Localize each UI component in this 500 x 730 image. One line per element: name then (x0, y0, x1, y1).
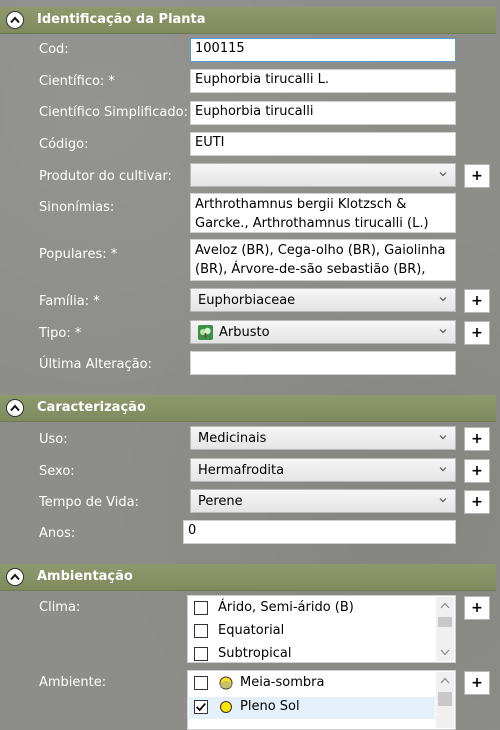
collapse-caracterizacao-button[interactable] (6, 399, 24, 417)
codigo-input[interactable]: EUTI (190, 132, 456, 156)
option-label: Árido, Semi-árido (B) (218, 600, 354, 615)
option-label: Subtropical (218, 646, 292, 661)
checkbox[interactable] (194, 624, 208, 638)
tempo-de-vida-value: Perene (198, 494, 243, 509)
shrub-icon (198, 325, 213, 340)
add-ambiente-button[interactable]: + (464, 671, 490, 695)
familia-value: Euphorbiaceae (198, 293, 296, 308)
ambiente-label: Ambiente: (39, 675, 107, 690)
cod-label: Cod: (39, 42, 69, 57)
clima-scrollbar[interactable] (436, 597, 454, 661)
scroll-up-icon[interactable] (440, 602, 450, 609)
chevron-down-icon (439, 498, 447, 503)
checkbox[interactable] (194, 700, 208, 714)
add-clima-button[interactable]: + (464, 596, 490, 620)
cod-input[interactable]: 100115 (190, 38, 456, 62)
clima-listbox[interactable]: Árido, Semi-árido (B) Equatorial Subtrop… (187, 595, 456, 663)
ambiente-option[interactable]: Meia-sombra (194, 673, 434, 695)
chevron-down-icon (439, 297, 447, 302)
populares-textarea[interactable]: Aveloz (BR), Cega-olho (BR), Gaiolinha (… (190, 239, 456, 281)
ambiente-option[interactable]: Pleno Sol (189, 697, 435, 719)
populares-label: Populares: * (39, 247, 118, 262)
chevron-up-icon (10, 16, 20, 24)
sexo-select[interactable]: Hermafrodita (190, 458, 456, 482)
checkbox[interactable] (194, 647, 208, 661)
option-label: Pleno Sol (240, 699, 300, 714)
add-sexo-button[interactable]: + (464, 459, 490, 483)
cientifico-input[interactable]: Euphorbia tirucalli L. (190, 69, 456, 93)
produtor-select[interactable] (190, 163, 456, 187)
chevron-down-icon (439, 172, 447, 177)
uso-value: Medicinais (198, 431, 267, 446)
sexo-value: Hermafrodita (198, 463, 285, 478)
tipo-select[interactable]: Arbusto (190, 320, 456, 344)
produtor-label: Produtor do cultivar: (39, 169, 172, 184)
scroll-up-icon[interactable] (440, 677, 450, 684)
ambiente-scrollbar[interactable] (436, 672, 454, 728)
ultima-alteracao-input[interactable] (190, 351, 456, 375)
add-familia-button[interactable]: + (464, 289, 490, 313)
section-title: Identificação da Planta (37, 12, 206, 27)
familia-select[interactable]: Euphorbiaceae (190, 288, 456, 312)
sinonimias-textarea[interactable]: Arthrothamnus bergii Klotzsch & Garcke.,… (190, 193, 456, 233)
codigo-label: Código: (39, 137, 89, 152)
add-tipo-button[interactable]: + (464, 321, 490, 345)
section-title: Caracterização (37, 400, 146, 415)
familia-label: Família: * (39, 294, 100, 309)
uso-label: Uso: (39, 432, 68, 447)
full-sun-icon (220, 701, 232, 713)
collapse-ambientacao-button[interactable] (6, 568, 24, 586)
collapse-identificacao-button[interactable] (6, 11, 24, 29)
scroll-down-icon[interactable] (440, 649, 450, 656)
option-label: Meia-sombra (240, 675, 325, 690)
chevron-down-icon (439, 329, 447, 334)
chevron-up-icon (10, 404, 20, 412)
section-header-caracterizacao: Caracterização (0, 395, 496, 422)
cientifico-label: Científico: * (39, 74, 115, 89)
chevron-up-icon (10, 573, 20, 581)
clima-label: Clima: (39, 600, 81, 615)
section-header-identificacao: Identificação da Planta (0, 7, 496, 34)
ambiente-listbox[interactable]: Meia-sombra Pleno Sol (187, 670, 456, 730)
anos-label: Anos: (39, 526, 76, 541)
section-title: Ambientação (37, 569, 133, 584)
cientifico-simplificado-input[interactable]: Euphorbia tirucalli (190, 101, 456, 125)
option-label: Equatorial (218, 623, 285, 638)
ultima-alteracao-label: Última Alteração: (39, 357, 152, 372)
scroll-thumb[interactable] (438, 692, 452, 706)
checkbox[interactable] (194, 601, 208, 615)
tipo-label: Tipo: * (39, 326, 82, 341)
section-header-ambientacao: Ambientação (0, 564, 496, 591)
scroll-thumb[interactable] (438, 617, 452, 627)
uso-select[interactable]: Medicinais (190, 426, 456, 450)
tipo-value: Arbusto (219, 325, 270, 340)
checkbox[interactable] (194, 676, 208, 690)
tempo-de-vida-label: Tempo de Vida: (39, 495, 139, 510)
add-tempo-de-vida-button[interactable]: + (464, 490, 490, 514)
checkmark-icon (196, 703, 206, 712)
anos-input[interactable]: 0 (183, 520, 456, 544)
tempo-de-vida-select[interactable]: Perene (190, 489, 456, 513)
chevron-down-icon (439, 435, 447, 440)
cientifico-simplificado-label: Científico Simplificado: (39, 105, 188, 120)
add-produtor-button[interactable]: + (464, 164, 490, 188)
sinonimias-label: Sinonímias: (39, 200, 115, 215)
chevron-down-icon (439, 467, 447, 472)
partial-sun-icon (219, 676, 233, 690)
sexo-label: Sexo: (39, 464, 75, 479)
add-uso-button[interactable]: + (464, 427, 490, 451)
